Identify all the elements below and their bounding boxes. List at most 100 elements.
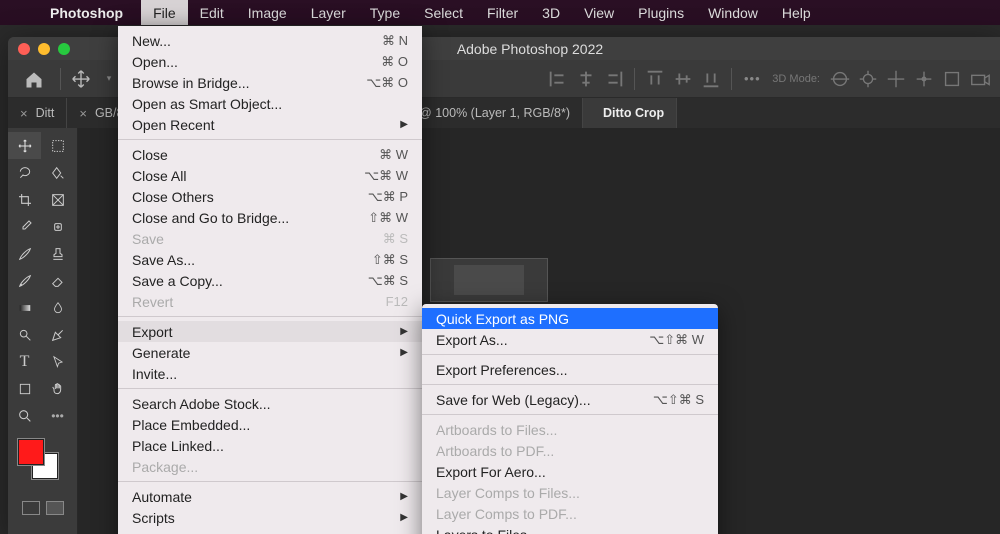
- menu-file[interactable]: File: [141, 0, 188, 25]
- edit-toolbar[interactable]: •••: [41, 402, 74, 429]
- menu-item[interactable]: Place Linked...: [118, 435, 422, 456]
- eyedropper-tool[interactable]: [8, 213, 41, 240]
- close-window-icon[interactable]: [18, 43, 30, 55]
- menu-item-shortcut: ⌥⌘ W: [364, 168, 408, 184]
- quick-mask-toggle[interactable]: [8, 501, 77, 515]
- zoom-tool[interactable]: [8, 402, 41, 429]
- menu-3d[interactable]: 3D: [530, 0, 572, 25]
- menu-item[interactable]: Open as Smart Object...: [118, 93, 422, 114]
- menu-item[interactable]: Scripts▶: [118, 507, 422, 528]
- home-icon[interactable]: [24, 70, 44, 88]
- stamp-tool[interactable]: [41, 240, 74, 267]
- eraser-tool[interactable]: [41, 267, 74, 294]
- menu-item[interactable]: Layers to Files...: [422, 524, 718, 534]
- menu-item[interactable]: Open Recent▶: [118, 114, 422, 135]
- menu-image[interactable]: Image: [236, 0, 299, 25]
- close-tab-icon[interactable]: ×: [20, 106, 28, 121]
- menu-view[interactable]: View: [572, 0, 626, 25]
- menu-item[interactable]: New...⌘ N: [118, 30, 422, 51]
- blur-tool[interactable]: [41, 294, 74, 321]
- orbit-icon[interactable]: [829, 68, 851, 90]
- app-name[interactable]: Photoshop: [50, 5, 123, 21]
- menu-layer[interactable]: Layer: [299, 0, 358, 25]
- align-right-icon[interactable]: [603, 68, 625, 90]
- dropdown-caret-icon[interactable]: ▾: [98, 68, 120, 90]
- menu-item-label: Quick Export as PNG: [436, 311, 704, 327]
- menu-item[interactable]: Save for Web (Legacy)...⌥⇧⌘ S: [422, 389, 718, 410]
- shape-tool[interactable]: [8, 375, 41, 402]
- slide-icon[interactable]: [913, 68, 935, 90]
- menu-item[interactable]: Invite...: [118, 363, 422, 384]
- export-submenu: Quick Export as PNG Export As...⌥⇧⌘ W Expo…: [422, 304, 718, 534]
- menu-item[interactable]: Search Adobe Stock...: [118, 393, 422, 414]
- menu-item[interactable]: Save a Copy...⌥⌘ S: [118, 270, 422, 291]
- menu-item[interactable]: Close and Go to Bridge...⇧⌘ W: [118, 207, 422, 228]
- document-tab[interactable]: ×Ditt: [8, 98, 67, 128]
- menu-item: Artboards to Files...: [422, 419, 718, 440]
- menu-edit[interactable]: Edit: [188, 0, 236, 25]
- align-center-h-icon[interactable]: [575, 68, 597, 90]
- zoom-window-icon[interactable]: [58, 43, 70, 55]
- foreground-color-swatch[interactable]: [18, 439, 44, 465]
- menu-item[interactable]: Export▶: [118, 321, 422, 342]
- tools-panel: T •••: [8, 128, 78, 534]
- camera-icon[interactable]: [969, 68, 991, 90]
- gradient-tool[interactable]: [8, 294, 41, 321]
- menu-item[interactable]: Quick Export as PNG: [422, 308, 718, 329]
- history-brush-tool[interactable]: [8, 267, 41, 294]
- menu-item-shortcut: ⌘ S: [383, 231, 408, 247]
- menu-item[interactable]: Export Preferences...: [422, 359, 718, 380]
- hand-tool[interactable]: [41, 375, 74, 402]
- align-top-icon[interactable]: [644, 68, 666, 90]
- menu-item-shortcut: ⌘ W: [379, 147, 408, 163]
- menu-item[interactable]: Close Others⌥⌘ P: [118, 186, 422, 207]
- menu-item[interactable]: Place Embedded...: [118, 414, 422, 435]
- pan-3d-icon[interactable]: [885, 68, 907, 90]
- menu-item[interactable]: Export As...⌥⇧⌘ W: [422, 329, 718, 350]
- menu-help[interactable]: Help: [770, 0, 823, 25]
- menu-filter[interactable]: Filter: [475, 0, 530, 25]
- align-left-icon[interactable]: [547, 68, 569, 90]
- document-tab[interactable]: Ditto Crop: [583, 98, 677, 128]
- dodge-tool[interactable]: [8, 321, 41, 348]
- crop-tool[interactable]: [8, 186, 41, 213]
- heal-tool[interactable]: [41, 213, 74, 240]
- align-bottom-icon[interactable]: [700, 68, 722, 90]
- path-select-tool[interactable]: [41, 348, 74, 375]
- quick-select-tool[interactable]: [41, 159, 74, 186]
- brush-tool[interactable]: [8, 240, 41, 267]
- align-middle-v-icon[interactable]: [672, 68, 694, 90]
- rotate-icon[interactable]: [857, 68, 879, 90]
- menu-item[interactable]: Open...⌘ O: [118, 51, 422, 72]
- menu-item-label: Import: [132, 531, 400, 534]
- marquee-tool[interactable]: [41, 132, 74, 159]
- menu-item: RevertF12: [118, 291, 422, 312]
- menu-item[interactable]: Generate▶: [118, 342, 422, 363]
- menu-item[interactable]: Close⌘ W: [118, 144, 422, 165]
- scale-3d-icon[interactable]: [941, 68, 963, 90]
- move-tool-icon[interactable]: [70, 68, 92, 90]
- pen-tool[interactable]: [41, 321, 74, 348]
- menu-item-shortcut: ⌥⇧⌘ W: [649, 332, 704, 348]
- close-tab-icon[interactable]: ×: [79, 106, 87, 121]
- menu-type[interactable]: Type: [358, 0, 412, 25]
- menu-item[interactable]: Automate▶: [118, 486, 422, 507]
- menu-item-label: Export Preferences...: [436, 362, 704, 378]
- menu-item[interactable]: Save As...⇧⌘ S: [118, 249, 422, 270]
- menu-plugins[interactable]: Plugins: [626, 0, 696, 25]
- color-swatches[interactable]: [18, 439, 58, 479]
- minimize-window-icon[interactable]: [38, 43, 50, 55]
- menu-item[interactable]: Import▶: [118, 528, 422, 534]
- type-tool[interactable]: T: [8, 348, 41, 375]
- menu-item-label: Close and Go to Bridge...: [132, 210, 368, 226]
- more-icon[interactable]: •••: [741, 68, 763, 90]
- move-tool[interactable]: [8, 132, 41, 159]
- divider: [731, 68, 732, 90]
- menu-select[interactable]: Select: [412, 0, 475, 25]
- menu-window[interactable]: Window: [696, 0, 770, 25]
- lasso-tool[interactable]: [8, 159, 41, 186]
- menu-item[interactable]: Export For Aero...: [422, 461, 718, 482]
- menu-item[interactable]: Close All⌥⌘ W: [118, 165, 422, 186]
- frame-tool[interactable]: [41, 186, 74, 213]
- menu-item[interactable]: Browse in Bridge...⌥⌘ O: [118, 72, 422, 93]
